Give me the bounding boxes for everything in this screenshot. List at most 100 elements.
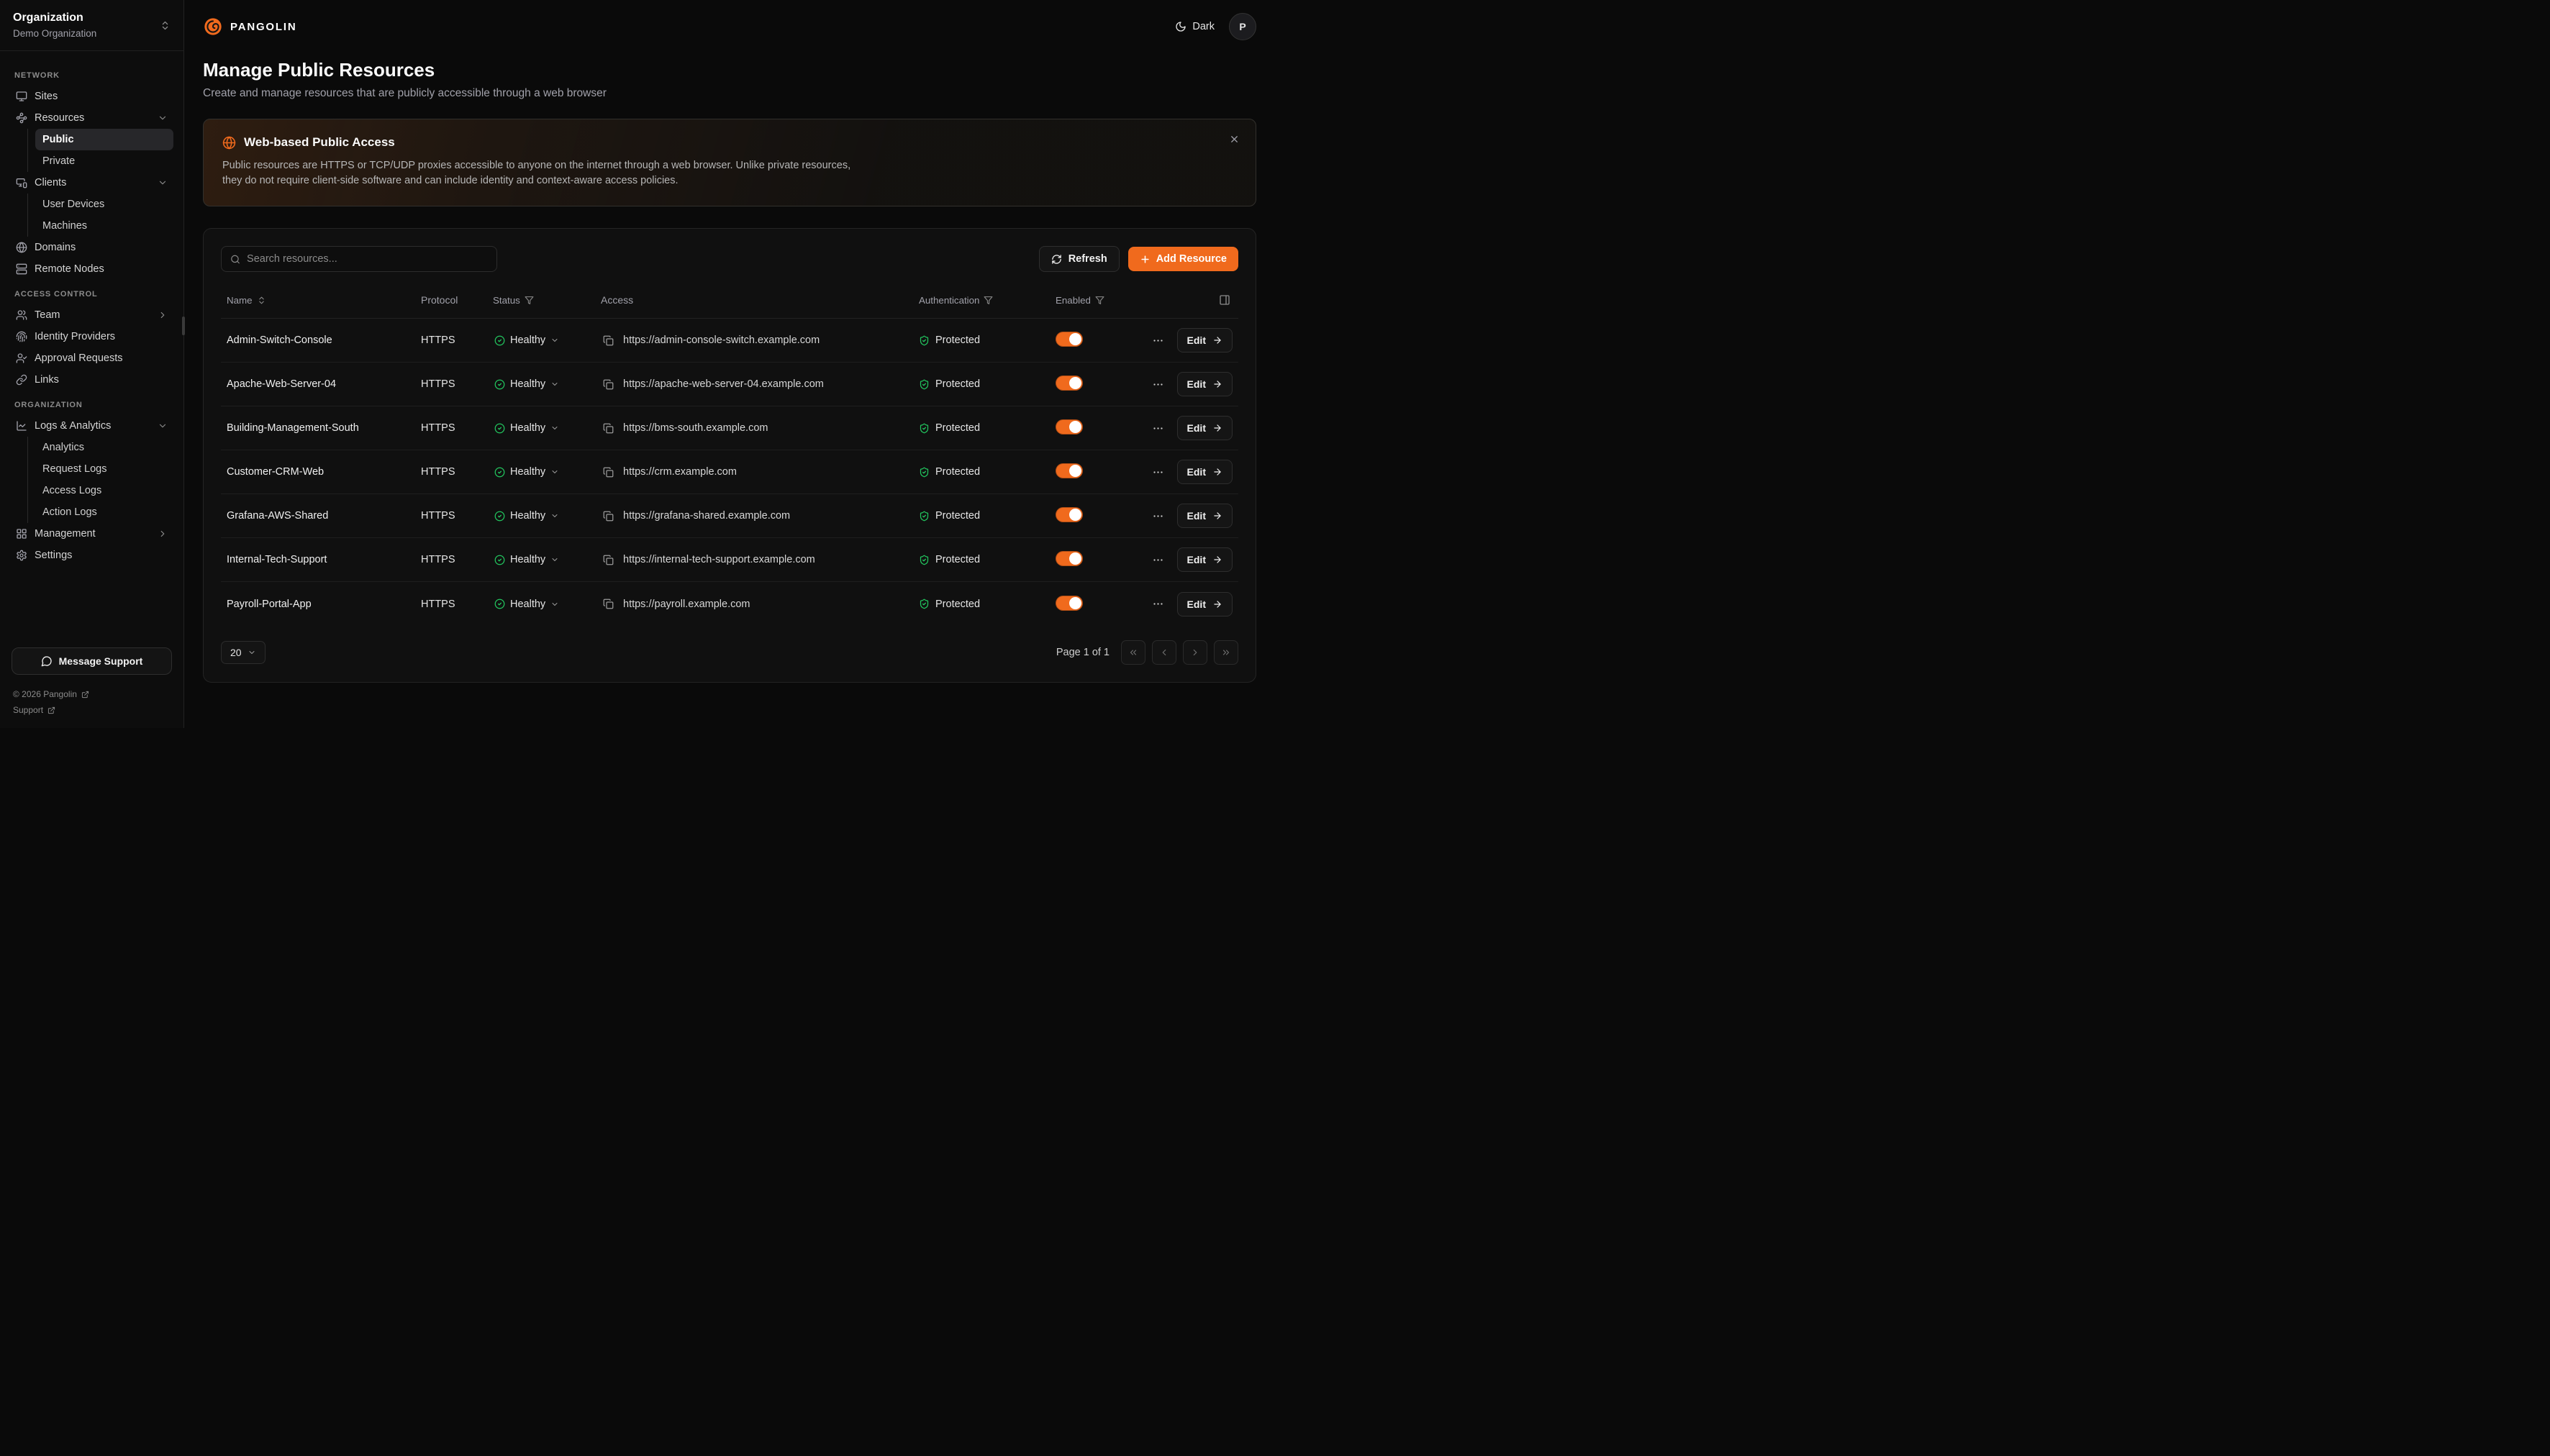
sidebar-item-request-logs[interactable]: Request Logs bbox=[35, 458, 173, 480]
copy-icon bbox=[603, 379, 614, 390]
sidebar-item-settings[interactable]: Settings bbox=[10, 545, 173, 566]
page-size-select[interactable]: 20 bbox=[221, 641, 266, 664]
status-dropdown[interactable]: Healthy bbox=[493, 551, 561, 568]
row-menu-button[interactable] bbox=[1149, 376, 1167, 393]
sidebar-item-analytics[interactable]: Analytics bbox=[35, 437, 173, 458]
banner-close-button[interactable] bbox=[1226, 131, 1243, 147]
shield-check-icon bbox=[919, 467, 930, 478]
last-page-button[interactable] bbox=[1214, 640, 1238, 665]
sidebar-item-machines[interactable]: Machines bbox=[35, 215, 173, 237]
sidebar-item-access-logs[interactable]: Access Logs bbox=[35, 480, 173, 501]
sidebar-item-action-logs[interactable]: Action Logs bbox=[35, 501, 173, 523]
resource-url[interactable]: https://payroll.example.com bbox=[623, 599, 750, 610]
row-menu-button[interactable] bbox=[1149, 551, 1167, 569]
enabled-toggle[interactable] bbox=[1056, 507, 1083, 522]
column-header-status[interactable]: Status bbox=[493, 295, 601, 306]
row-menu-button[interactable] bbox=[1149, 463, 1167, 481]
sidebar-resize-handle[interactable] bbox=[182, 317, 185, 335]
search-input[interactable] bbox=[247, 253, 488, 265]
sidebar-item-approval-requests[interactable]: Approval Requests bbox=[10, 347, 173, 369]
row-menu-button[interactable] bbox=[1149, 595, 1167, 613]
sidebar-item-public[interactable]: Public bbox=[35, 129, 173, 150]
sidebar-item-domains[interactable]: Domains bbox=[10, 237, 173, 258]
resource-url[interactable]: https://grafana-shared.example.com bbox=[623, 510, 790, 522]
theme-toggle[interactable]: Dark bbox=[1175, 21, 1215, 32]
copy-url-button[interactable] bbox=[601, 333, 616, 348]
edit-button[interactable]: Edit bbox=[1177, 592, 1233, 616]
copy-url-button[interactable] bbox=[601, 552, 616, 568]
message-support-button[interactable]: Message Support bbox=[12, 647, 172, 675]
column-header-name[interactable]: Name bbox=[227, 295, 421, 306]
first-page-button[interactable] bbox=[1121, 640, 1145, 665]
copy-url-button[interactable] bbox=[601, 509, 616, 524]
healthy-icon bbox=[494, 467, 505, 478]
copy-url-button[interactable] bbox=[601, 377, 616, 392]
user-avatar[interactable]: P bbox=[1229, 13, 1256, 40]
ellipsis-icon bbox=[1152, 335, 1164, 347]
link-icon bbox=[16, 374, 27, 386]
sidebar-item-sites[interactable]: Sites bbox=[10, 86, 173, 107]
copy-url-button[interactable] bbox=[601, 421, 616, 436]
sidebar-item-clients[interactable]: Clients bbox=[10, 172, 173, 194]
edit-button[interactable]: Edit bbox=[1177, 372, 1233, 396]
status-dropdown[interactable]: Healthy bbox=[493, 596, 561, 613]
copy-url-button[interactable] bbox=[601, 465, 616, 480]
sidebar-item-management[interactable]: Management bbox=[10, 523, 173, 545]
enabled-toggle[interactable] bbox=[1056, 332, 1083, 347]
status-dropdown[interactable]: Healthy bbox=[493, 463, 561, 481]
edit-button[interactable]: Edit bbox=[1177, 460, 1233, 484]
status-dropdown[interactable]: Healthy bbox=[493, 507, 561, 524]
edit-button[interactable]: Edit bbox=[1177, 547, 1233, 572]
column-header-enabled[interactable]: Enabled bbox=[1056, 295, 1135, 306]
arrow-right-icon bbox=[1212, 511, 1222, 521]
filter-icon bbox=[525, 296, 534, 305]
sidebar-item-team[interactable]: Team bbox=[10, 304, 173, 326]
support-link[interactable]: Support bbox=[13, 702, 171, 718]
sidebar-item-resources[interactable]: Resources bbox=[10, 107, 173, 129]
sidebar-item-private[interactable]: Private bbox=[35, 150, 173, 172]
resource-url[interactable]: https://crm.example.com bbox=[623, 466, 737, 478]
status-dropdown[interactable]: Healthy bbox=[493, 376, 561, 393]
enabled-toggle[interactable] bbox=[1056, 463, 1083, 478]
edit-button[interactable]: Edit bbox=[1177, 328, 1233, 352]
enabled-toggle[interactable] bbox=[1056, 596, 1083, 611]
shield-check-icon bbox=[919, 599, 930, 609]
sidebar-item-logs-analytics[interactable]: Logs & Analytics bbox=[10, 415, 173, 437]
copy-url-button[interactable] bbox=[601, 596, 616, 611]
sidebar-item-user-devices[interactable]: User Devices bbox=[35, 194, 173, 215]
sidebar-item-remote-nodes[interactable]: Remote Nodes bbox=[10, 258, 173, 280]
edit-button[interactable]: Edit bbox=[1177, 416, 1233, 440]
row-menu-button[interactable] bbox=[1149, 507, 1167, 525]
enabled-toggle[interactable] bbox=[1056, 551, 1083, 566]
resource-url[interactable]: https://admin-console-switch.example.com bbox=[623, 335, 820, 346]
org-switcher[interactable]: Organization Demo Organization bbox=[0, 0, 183, 51]
sidebar-item-links[interactable]: Links bbox=[10, 369, 173, 391]
users-icon bbox=[16, 309, 27, 321]
sidebar-item-identity-providers[interactable]: Identity Providers bbox=[10, 326, 173, 347]
enabled-toggle[interactable] bbox=[1056, 376, 1083, 391]
status-dropdown[interactable]: Healthy bbox=[493, 419, 561, 437]
shield-check-icon bbox=[919, 511, 930, 522]
status-dropdown[interactable]: Healthy bbox=[493, 332, 561, 349]
resource-url[interactable]: https://bms-south.example.com bbox=[623, 422, 768, 434]
enabled-toggle[interactable] bbox=[1056, 419, 1083, 434]
row-menu-button[interactable] bbox=[1149, 332, 1167, 350]
resource-url[interactable]: https://internal-tech-support.example.co… bbox=[623, 554, 815, 565]
columns-icon bbox=[1219, 294, 1230, 306]
add-resource-button[interactable]: Add Resource bbox=[1128, 247, 1238, 271]
resource-name: Admin-Switch-Console bbox=[227, 335, 421, 346]
prev-page-button[interactable] bbox=[1152, 640, 1176, 665]
column-visibility-button[interactable] bbox=[1217, 292, 1233, 308]
column-header-authentication[interactable]: Authentication bbox=[919, 295, 1056, 306]
resource-url[interactable]: https://apache-web-server-04.example.com bbox=[623, 378, 824, 390]
auth-status: Protected bbox=[935, 378, 980, 390]
server-icon bbox=[16, 263, 27, 275]
row-menu-button[interactable] bbox=[1149, 419, 1167, 437]
edit-button[interactable]: Edit bbox=[1177, 504, 1233, 528]
next-page-button[interactable] bbox=[1183, 640, 1207, 665]
ellipsis-icon bbox=[1152, 378, 1164, 391]
moon-icon bbox=[1175, 21, 1186, 32]
refresh-button[interactable]: Refresh bbox=[1039, 246, 1120, 272]
copyright-link[interactable]: © 2026 Pangolin bbox=[13, 686, 171, 702]
sidebar-nav: NETWORK Sites Resources Public Private C… bbox=[0, 51, 183, 637]
